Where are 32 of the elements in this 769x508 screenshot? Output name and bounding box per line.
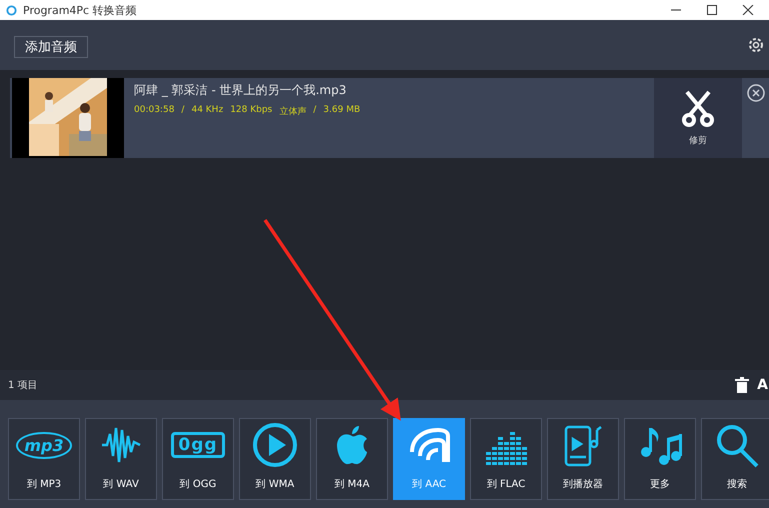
format-button[interactable]: 到 FLAC xyxy=(470,418,542,500)
search-icon xyxy=(714,422,760,468)
duration: 00:03:58 xyxy=(134,105,174,117)
format-button[interactable]: 到 WMA xyxy=(239,418,311,500)
format-button[interactable]: 到 M4A xyxy=(316,418,388,500)
file-name: 阿肆 _ 郭采洁 - 世界上的另一个我.mp3 xyxy=(134,82,348,99)
mp3-logo: mp3 xyxy=(16,432,72,458)
window-title: Program4Pc 转换音频 xyxy=(23,2,138,18)
app-logo-icon xyxy=(6,4,17,16)
sample-rate: 44 KHz xyxy=(191,105,224,117)
add-audio-button[interactable]: 添加音频 xyxy=(14,36,88,58)
trim-button[interactable]: 修剪 xyxy=(654,78,742,158)
file-size: 3.69 MB xyxy=(323,105,360,117)
bitrate: 128 Kbps xyxy=(230,105,272,117)
settings-icon[interactable] xyxy=(747,36,765,54)
remove-icon[interactable] xyxy=(746,84,764,102)
format-button[interactable]: 0gg 到 OGG xyxy=(162,418,234,500)
item-count: 1 项目 xyxy=(8,379,39,392)
channel-mode: 立体声 xyxy=(279,106,306,118)
toolbar-label[interactable]: A xyxy=(757,377,768,393)
trash-icon[interactable] xyxy=(735,377,750,393)
format-button[interactable]: 到 WAV xyxy=(85,418,157,500)
separator: / xyxy=(313,105,316,117)
play-icon xyxy=(252,422,298,468)
format-button[interactable]: 到播放器 xyxy=(547,418,619,500)
file-row[interactable]: 阿肆 _ 郭采洁 - 世界上的另一个我.mp3 00:03:58 / 44 KHz 128 Kbps 立体声 / 3.69 MB 修剪 xyxy=(10,78,769,158)
format-button[interactable]: 更多 xyxy=(624,418,696,500)
format-button[interactable]: 搜索 xyxy=(701,418,769,500)
format-button[interactable]: mp3 到 MP3 xyxy=(8,418,80,500)
scissors-icon xyxy=(681,90,715,128)
separator: / xyxy=(181,105,184,117)
ogg-logo: 0gg xyxy=(171,432,225,458)
